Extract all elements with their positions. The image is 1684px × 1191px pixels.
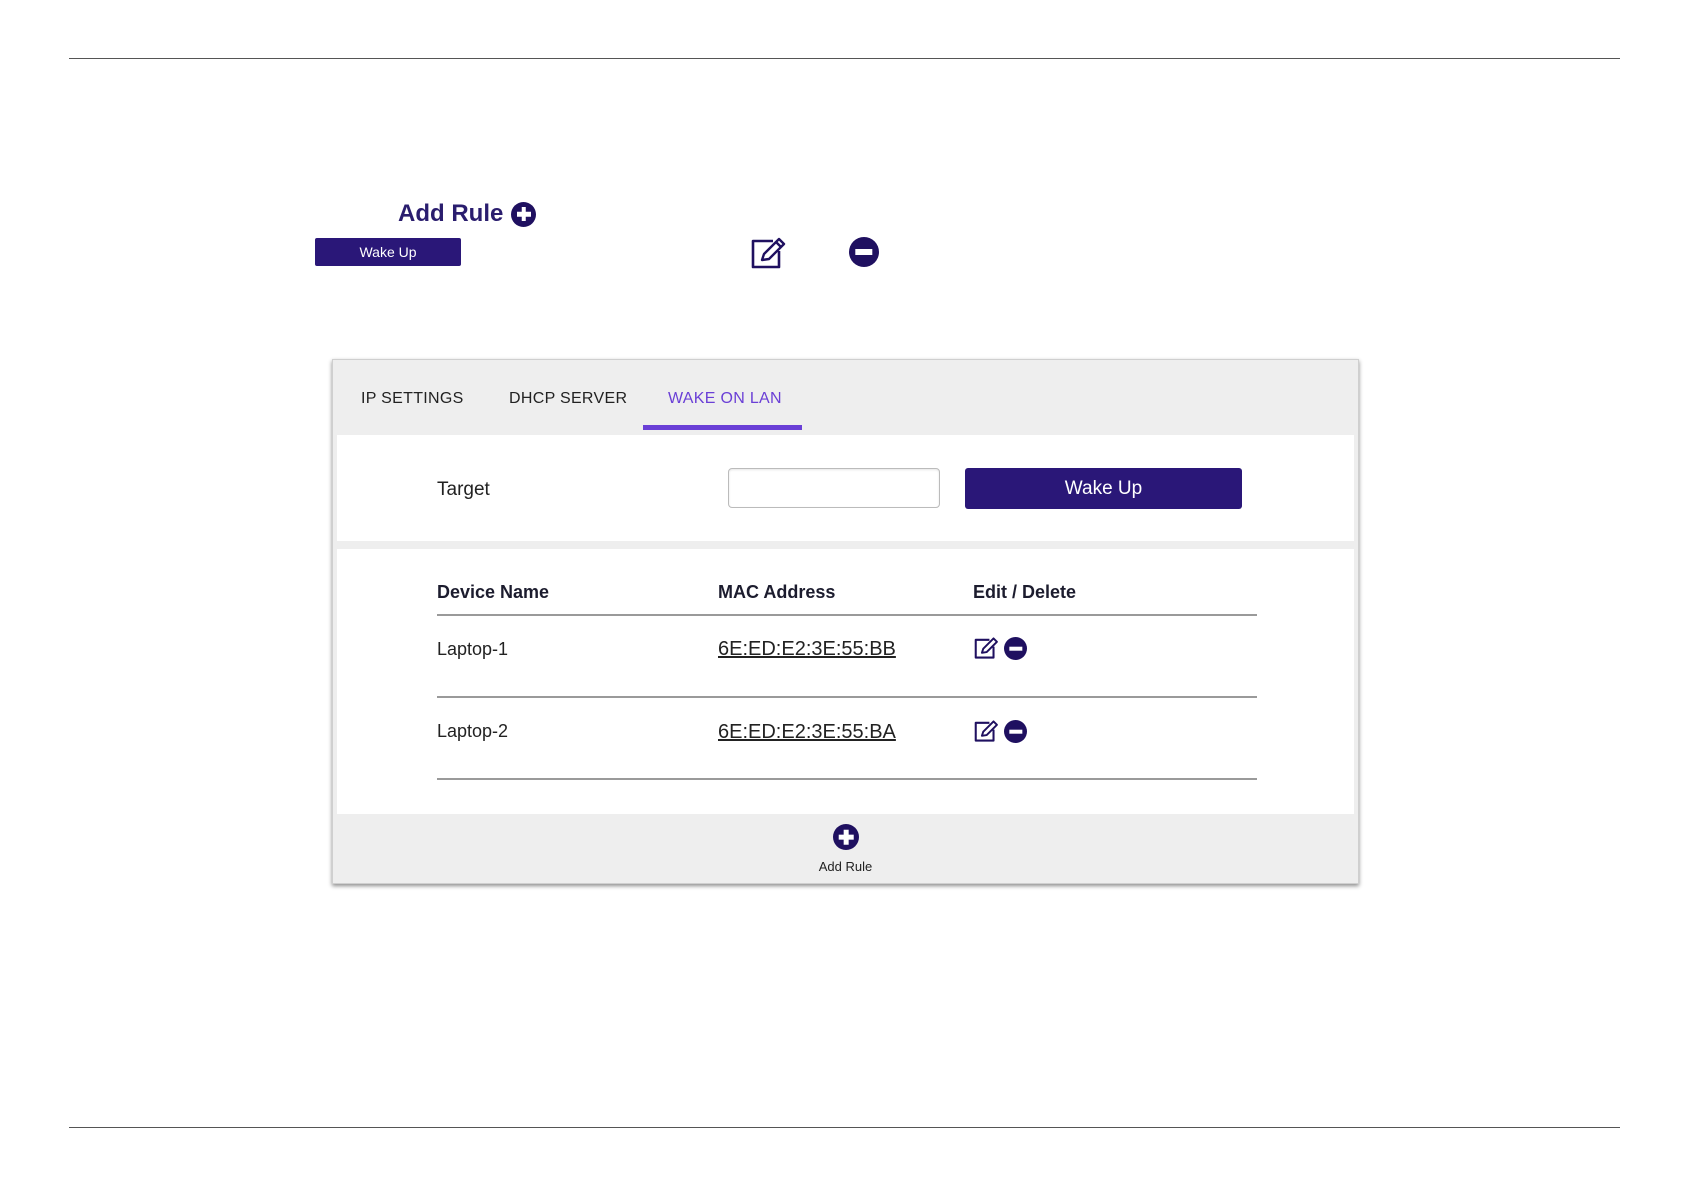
legend-add-rule-label: Add Rule — [398, 200, 504, 227]
device-name-cell: Laptop-2 — [437, 721, 509, 741]
add-rule-label: Add Rule — [818, 859, 873, 874]
mac-address-link[interactable]: 6E:ED:E2:3E:55:BA — [718, 721, 896, 744]
table-row: Laptop-2 6E:ED:E2:3E:55:BA — [337, 699, 1354, 759]
legend-add-rule: Add Rule — [398, 200, 537, 228]
wake-up-button[interactable]: Wake Up — [965, 468, 1242, 509]
edit-icon — [749, 236, 787, 275]
row-divider — [437, 696, 1257, 698]
delete-icon[interactable] — [1004, 720, 1027, 743]
active-tab-indicator — [643, 425, 802, 430]
delete-icon[interactable] — [1004, 637, 1027, 660]
row-divider — [437, 778, 1257, 780]
tab-dhcp-server[interactable]: DHCP SERVER — [509, 390, 627, 408]
target-label: Target — [437, 479, 490, 500]
tab-ip-settings[interactable]: IP SETTINGS — [361, 390, 464, 408]
add-rule-bar[interactable]: Add Rule — [333, 814, 1358, 883]
header-edit-delete: Edit / Delete — [973, 582, 1077, 602]
bottom-divider — [69, 1127, 1620, 1128]
target-section: Target Wake Up — [337, 435, 1354, 541]
device-name-cell: Laptop-1 — [437, 639, 509, 659]
edit-icon[interactable] — [973, 719, 999, 748]
tab-bar: IP SETTINGS DHCP SERVER WAKE ON LAN — [333, 360, 1358, 430]
minus-circle-icon — [849, 237, 879, 267]
plus-circle-icon[interactable] — [833, 824, 859, 850]
top-divider — [69, 58, 1620, 59]
table-row: Laptop-1 6E:ED:E2:3E:55:BB — [337, 616, 1354, 676]
edit-icon[interactable] — [973, 636, 999, 665]
header-mac-address: MAC Address — [718, 582, 836, 602]
tab-wake-on-lan[interactable]: WAKE ON LAN — [668, 390, 782, 408]
plus-circle-icon — [511, 201, 537, 227]
legend-wake-up-button: Wake Up — [315, 238, 461, 266]
wake-on-lan-panel: IP SETTINGS DHCP SERVER WAKE ON LAN Targ… — [332, 359, 1359, 884]
mac-address-link[interactable]: 6E:ED:E2:3E:55:BB — [718, 638, 896, 661]
header-device-name: Device Name — [437, 582, 550, 602]
target-input[interactable] — [728, 468, 940, 508]
device-table: Device Name MAC Address Edit / Delete La… — [337, 549, 1354, 814]
